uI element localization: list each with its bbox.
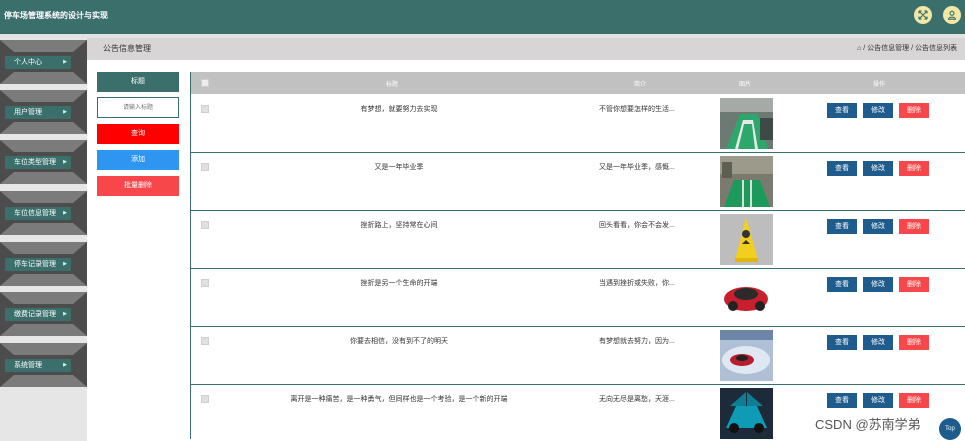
column-header-title: 标题 bbox=[386, 82, 399, 88]
sidebar-item-space-info[interactable]: 车位信息管理 ▶ bbox=[0, 191, 87, 235]
sidebar-item-label: 用户管理 bbox=[5, 106, 71, 119]
row-title: 挫折是另一个生命的开端 bbox=[360, 280, 438, 287]
row-image bbox=[720, 330, 773, 381]
sidebar-item-profile[interactable]: 个人中心 ▶ bbox=[0, 40, 87, 84]
row-intro: 回头看看，你会不会发... bbox=[599, 222, 675, 229]
sidebar-item-users[interactable]: 用户管理 ▶ bbox=[0, 90, 87, 134]
sidebar-item-parking-records[interactable]: 停车记录管理 ▶ bbox=[0, 242, 87, 286]
fullscreen-button[interactable] bbox=[914, 6, 932, 24]
query-button[interactable]: 查询 bbox=[97, 124, 179, 144]
chevron-right-icon: ▶ bbox=[63, 59, 67, 65]
row-image bbox=[720, 388, 773, 439]
delete-button[interactable]: 删除 bbox=[899, 161, 929, 176]
app-title: 停车场管理系统的设计与实现 bbox=[4, 11, 108, 20]
delete-button[interactable]: 删除 bbox=[899, 219, 929, 234]
app-header: 停车场管理系统的设计与实现 bbox=[0, 0, 965, 34]
chevron-right-icon: ▶ bbox=[63, 159, 67, 165]
table-row: 又是一年毕业季 又是一年毕业季，感慨... 查看 修改 删除 bbox=[191, 153, 965, 211]
view-button[interactable]: 查看 bbox=[827, 277, 857, 292]
sidebar-item-label: 个人中心 bbox=[5, 56, 71, 69]
sidebar-item-space-types[interactable]: 车位类型管理 ▶ bbox=[0, 140, 87, 184]
sidebar-item-payment-records[interactable]: 缴费记录管理 ▶ bbox=[0, 292, 87, 336]
table-row: 挫折是另一个生命的开端 当遇到挫折或失败，你... 查看 修改 删除 bbox=[191, 269, 965, 327]
row-intro: 又是一年毕业季，感慨... bbox=[599, 164, 675, 171]
expand-icon bbox=[918, 10, 928, 20]
row-checkbox[interactable] bbox=[201, 395, 209, 403]
view-button[interactable]: 查看 bbox=[827, 335, 857, 350]
table-row: 你要去相信，没有到不了的明天 有梦想就去努力，因为... 查看 修改 删除 bbox=[191, 327, 965, 385]
breadcrumb[interactable]: ⌂ / 公告信息管理 / 公告信息列表 bbox=[857, 43, 957, 53]
select-all-checkbox[interactable] bbox=[201, 79, 209, 87]
sidebar-item-label: 车位信息管理 bbox=[5, 207, 71, 220]
edit-button[interactable]: 修改 bbox=[863, 219, 893, 234]
row-checkbox[interactable] bbox=[201, 163, 209, 171]
add-button[interactable]: 添加 bbox=[97, 150, 179, 170]
edit-button[interactable]: 修改 bbox=[863, 277, 893, 292]
search-label: 标题 bbox=[97, 72, 179, 92]
edit-button[interactable]: 修改 bbox=[863, 393, 893, 408]
row-intro: 不管你想要怎样的生活... bbox=[599, 106, 675, 113]
sidebar: 个人中心 ▶ 用户管理 ▶ 车位类型管理 ▶ 车位信息管理 ▶ 停车记录管理 ▶… bbox=[0, 38, 87, 441]
row-image bbox=[720, 214, 773, 265]
row-image bbox=[720, 156, 773, 207]
table-header: 标题 简介 图片 操作 bbox=[191, 72, 965, 94]
row-title: 挫折路上，坚持常在心间 bbox=[360, 222, 438, 229]
search-input[interactable] bbox=[97, 97, 179, 118]
edit-button[interactable]: 修改 bbox=[863, 103, 893, 118]
notice-table: 标题 简介 图片 操作 有梦想，就要努力去实现 不管你想要怎样的生活... 查看… bbox=[190, 72, 965, 441]
delete-button[interactable]: 删除 bbox=[899, 393, 929, 408]
scroll-top-button[interactable]: Top bbox=[939, 418, 961, 440]
chevron-right-icon: ▶ bbox=[63, 311, 67, 317]
row-intro: 有梦想就去努力，因为... bbox=[599, 338, 675, 345]
table-row: 有梦想，就要努力去实现 不管你想要怎样的生活... 查看 修改 删除 bbox=[191, 95, 965, 153]
page-title: 公告信息管理 bbox=[103, 44, 151, 53]
delete-button[interactable]: 删除 bbox=[899, 277, 929, 292]
sidebar-item-label: 停车记录管理 bbox=[5, 258, 71, 271]
row-intro: 无向无尽是离愁，天涯... bbox=[599, 396, 675, 403]
view-button[interactable]: 查看 bbox=[827, 219, 857, 234]
user-button[interactable] bbox=[943, 6, 961, 24]
row-intro: 当遇到挫折或失败，你... bbox=[599, 280, 675, 287]
table-row: 挫折路上，坚持常在心间 回头看看，你会不会发... 查看 修改 删除 bbox=[191, 211, 965, 269]
view-button[interactable]: 查看 bbox=[827, 393, 857, 408]
row-checkbox[interactable] bbox=[201, 279, 209, 287]
row-title: 你要去相信，没有到不了的明天 bbox=[350, 338, 448, 345]
user-icon bbox=[947, 10, 957, 20]
watermark: CSDN @苏南学弟 bbox=[815, 417, 921, 432]
row-checkbox[interactable] bbox=[201, 337, 209, 345]
chevron-right-icon: ▶ bbox=[63, 109, 67, 115]
row-checkbox[interactable] bbox=[201, 105, 209, 113]
batch-delete-button[interactable]: 批量删除 bbox=[97, 176, 179, 196]
row-checkbox[interactable] bbox=[201, 221, 209, 229]
view-button[interactable]: 查看 bbox=[827, 161, 857, 176]
delete-button[interactable]: 删除 bbox=[899, 335, 929, 350]
column-header-image: 图片 bbox=[739, 82, 752, 88]
breadcrumb-bar: 公告信息管理 ⌂ / 公告信息管理 / 公告信息列表 bbox=[87, 38, 965, 60]
row-image bbox=[720, 272, 773, 323]
column-header-intro: 简介 bbox=[634, 82, 647, 88]
chevron-right-icon: ▶ bbox=[63, 362, 67, 368]
chevron-right-icon: ▶ bbox=[63, 210, 67, 216]
edit-button[interactable]: 修改 bbox=[863, 161, 893, 176]
sidebar-item-label: 车位类型管理 bbox=[5, 156, 71, 169]
view-button[interactable]: 查看 bbox=[827, 103, 857, 118]
delete-button[interactable]: 删除 bbox=[899, 103, 929, 118]
sidebar-item-label: 系统管理 bbox=[5, 359, 71, 372]
row-image bbox=[720, 98, 773, 149]
column-header-action: 操作 bbox=[873, 82, 886, 88]
row-title: 有梦想，就要努力去实现 bbox=[360, 106, 438, 113]
sidebar-item-label: 缴费记录管理 bbox=[5, 308, 71, 321]
row-title: 离开是一种痛苦，是一种勇气，但同样也是一个考验，是一个新的开端 bbox=[290, 396, 508, 403]
sidebar-item-system[interactable]: 系统管理 ▶ bbox=[0, 343, 87, 387]
row-title: 又是一年毕业季 bbox=[374, 164, 424, 171]
edit-button[interactable]: 修改 bbox=[863, 335, 893, 350]
chevron-right-icon: ▶ bbox=[63, 261, 67, 267]
